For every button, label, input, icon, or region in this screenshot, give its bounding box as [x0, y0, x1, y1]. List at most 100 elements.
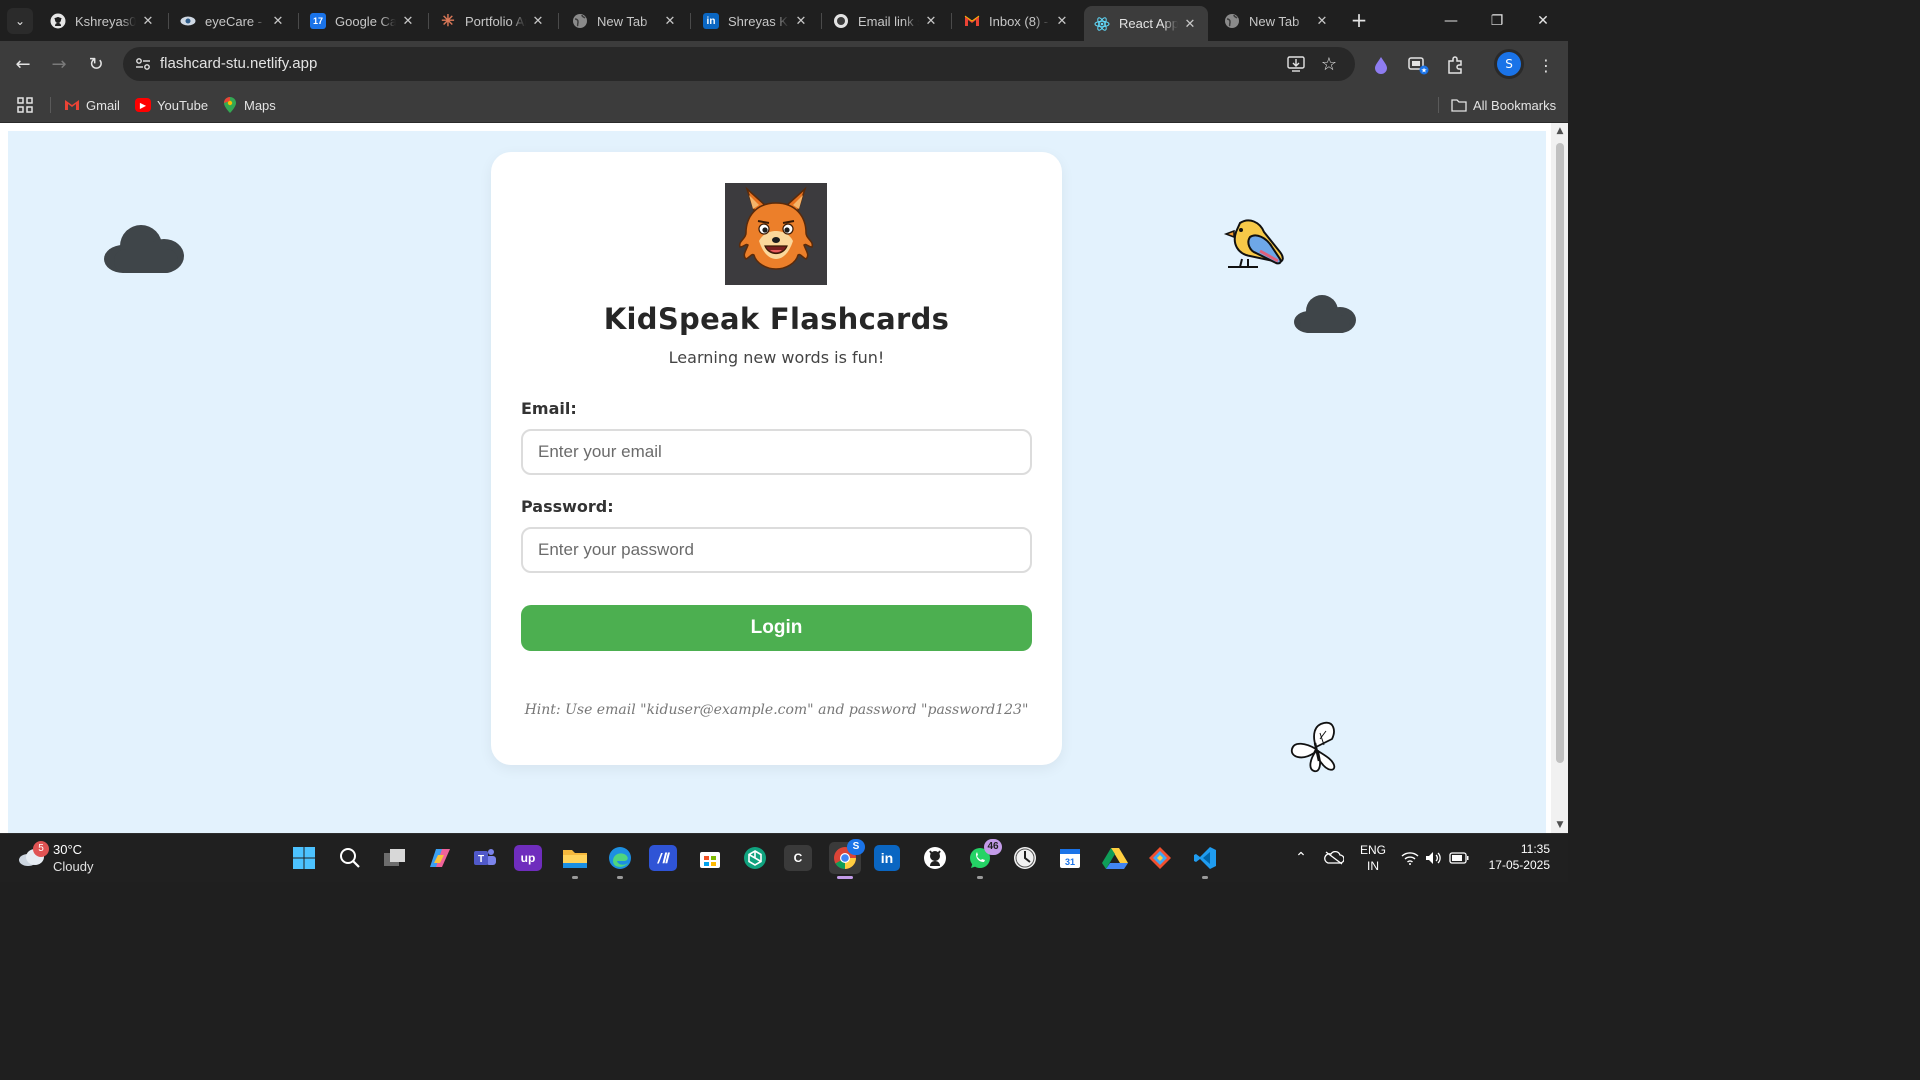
forward-button[interactable]: → [44, 49, 74, 79]
tab-title: Portfolio Analysis [465, 13, 526, 29]
tab-title: React App [1119, 16, 1178, 31]
scroll-thumb[interactable] [1556, 143, 1564, 763]
upwork-app[interactable]: up [514, 845, 542, 871]
show-hidden-icons-button[interactable]: ⌃ [1291, 848, 1311, 868]
close-window-button[interactable]: ✕ [1520, 0, 1566, 41]
terminal-app[interactable]: C [784, 845, 812, 871]
restore-button[interactable]: ❐ [1474, 0, 1520, 41]
vscode-app[interactable] [1189, 842, 1221, 874]
all-bookmarks-button[interactable]: All Bookmarks [1451, 94, 1556, 116]
email-field[interactable] [521, 429, 1032, 475]
bookmark-youtube[interactable]: ▶ YouTube [135, 94, 208, 116]
login-button[interactable]: Login [521, 605, 1032, 651]
edge-app[interactable] [604, 842, 636, 874]
menu-kebab-icon[interactable]: ⋮ [1534, 53, 1558, 77]
chevron-up-icon: ⌃ [1295, 850, 1307, 866]
tab-react-app[interactable]: React App ✕ [1084, 6, 1208, 41]
teams-app[interactable]: T [469, 842, 501, 874]
clock-icon [1014, 847, 1036, 869]
close-tab-icon[interactable]: ✕ [1314, 13, 1330, 29]
file-explorer-app[interactable] [559, 842, 591, 874]
eye-icon [180, 13, 196, 29]
tab-email-link[interactable]: Email link sign-in ✕ [823, 6, 949, 36]
github-desktop-app[interactable] [919, 842, 951, 874]
tab-search-extension-icon[interactable]: ★ [1406, 53, 1430, 77]
copilot-app[interactable] [424, 842, 456, 874]
close-tab-icon[interactable]: ✕ [530, 13, 546, 29]
google-drive-app[interactable] [1099, 842, 1131, 874]
tab-eyecare[interactable]: eyeCare - Home ✕ [170, 6, 296, 36]
profile-avatar[interactable]: S [1497, 52, 1521, 76]
install-app-icon[interactable] [1285, 53, 1307, 75]
extension-drop-icon[interactable] [1369, 53, 1393, 77]
apps-grid-button[interactable] [17, 94, 33, 116]
close-tab-icon[interactable]: ✕ [270, 13, 286, 29]
scroll-up-icon[interactable]: ▲ [1555, 126, 1565, 136]
git-app[interactable] [1144, 842, 1176, 874]
bookmark-star-icon[interactable]: ☆ [1318, 53, 1340, 75]
address-bar[interactable]: flashcard-stu.netlify.app ☆ [123, 47, 1355, 81]
tab-portfolio[interactable]: ✳ Portfolio Analysis ✕ [430, 6, 556, 36]
tab-gmail-inbox[interactable]: Inbox (8) - Gmail ✕ [954, 6, 1080, 36]
bird-icon [1223, 219, 1284, 268]
extensions-puzzle-icon[interactable] [1443, 53, 1467, 77]
taskbar-search-button[interactable] [334, 842, 366, 874]
tab-github[interactable]: Kshreyas06 ✕ [40, 6, 166, 36]
react-icon [1094, 16, 1110, 32]
language-indicator[interactable]: ENG IN [1358, 842, 1388, 874]
arrow-right-icon: → [51, 53, 67, 75]
close-tab-icon[interactable]: ✕ [923, 13, 939, 29]
calendar-app[interactable]: 31 [1054, 842, 1086, 874]
copilot-icon [430, 849, 450, 867]
tab-search-button[interactable]: ⌄ [7, 8, 33, 34]
close-tab-icon[interactable]: ✕ [793, 13, 809, 29]
bookmark-gmail[interactable]: Gmail [64, 94, 120, 116]
close-icon: ✕ [1537, 12, 1549, 29]
task-view-button[interactable] [379, 842, 411, 874]
close-tab-icon[interactable]: ✕ [1054, 13, 1070, 29]
login-card: KidSpeak Flashcards Learning new words i… [491, 152, 1062, 765]
tab-linkedin[interactable]: in Shreyas Kumar ✕ [693, 6, 819, 36]
fox-mascot-icon [725, 183, 827, 285]
volume-icon[interactable] [1424, 848, 1444, 868]
onedrive-offline-icon[interactable] [1323, 848, 1345, 868]
url-text[interactable]: flashcard-stu.netlify.app [160, 55, 317, 72]
back-button[interactable]: ← [8, 49, 38, 79]
weather-widget[interactable]: 5 30°C Cloudy [16, 840, 126, 878]
weather-condition: Cloudy [53, 859, 94, 874]
microsoft-store-app[interactable] [694, 842, 726, 874]
start-button[interactable] [288, 842, 320, 874]
codepen-app[interactable]: /Ⅱ [649, 845, 677, 871]
clock-app[interactable] [1009, 842, 1041, 874]
minimize-icon: — [1444, 12, 1458, 29]
bookmark-maps[interactable]: Maps [222, 94, 276, 116]
chrome-app[interactable]: S [829, 839, 865, 874]
linkedin-icon: in [703, 13, 719, 29]
windows-logo-icon [293, 847, 315, 869]
chatgpt-app[interactable] [739, 842, 771, 874]
vscode-icon [1194, 847, 1216, 869]
new-tab-button[interactable]: + [1346, 8, 1372, 34]
close-tab-icon[interactable]: ✕ [662, 13, 678, 29]
close-tab-icon[interactable]: ✕ [1182, 16, 1198, 32]
search-icon [340, 848, 360, 868]
battery-icon[interactable] [1448, 848, 1470, 868]
linkedin-app[interactable]: in [874, 845, 900, 871]
maps-icon [222, 97, 238, 113]
password-field[interactable] [521, 527, 1032, 573]
all-bookmarks-label: All Bookmarks [1473, 97, 1557, 113]
close-tab-icon[interactable]: ✕ [140, 13, 156, 29]
tab-new-tab[interactable]: New Tab ✕ [562, 6, 688, 36]
system-clock[interactable]: 11:35 17-05-2025 [1478, 841, 1550, 873]
page-scrollbar[interactable]: ▲ ▼ [1551, 123, 1568, 833]
scroll-down-icon[interactable]: ▼ [1555, 820, 1565, 830]
close-tab-icon[interactable]: ✕ [400, 13, 416, 29]
whatsapp-app[interactable]: 46 [964, 839, 1002, 874]
tab-google-calendar[interactable]: 17 Google Calendar ✕ [300, 6, 426, 36]
svg-text:★: ★ [1421, 67, 1427, 75]
site-info-icon[interactable] [133, 54, 153, 74]
reload-button[interactable]: ↻ [81, 49, 111, 79]
tab-new-tab-2[interactable]: New Tab ✕ [1214, 6, 1340, 36]
wifi-icon[interactable] [1400, 848, 1420, 868]
minimize-button[interactable]: — [1428, 0, 1474, 41]
